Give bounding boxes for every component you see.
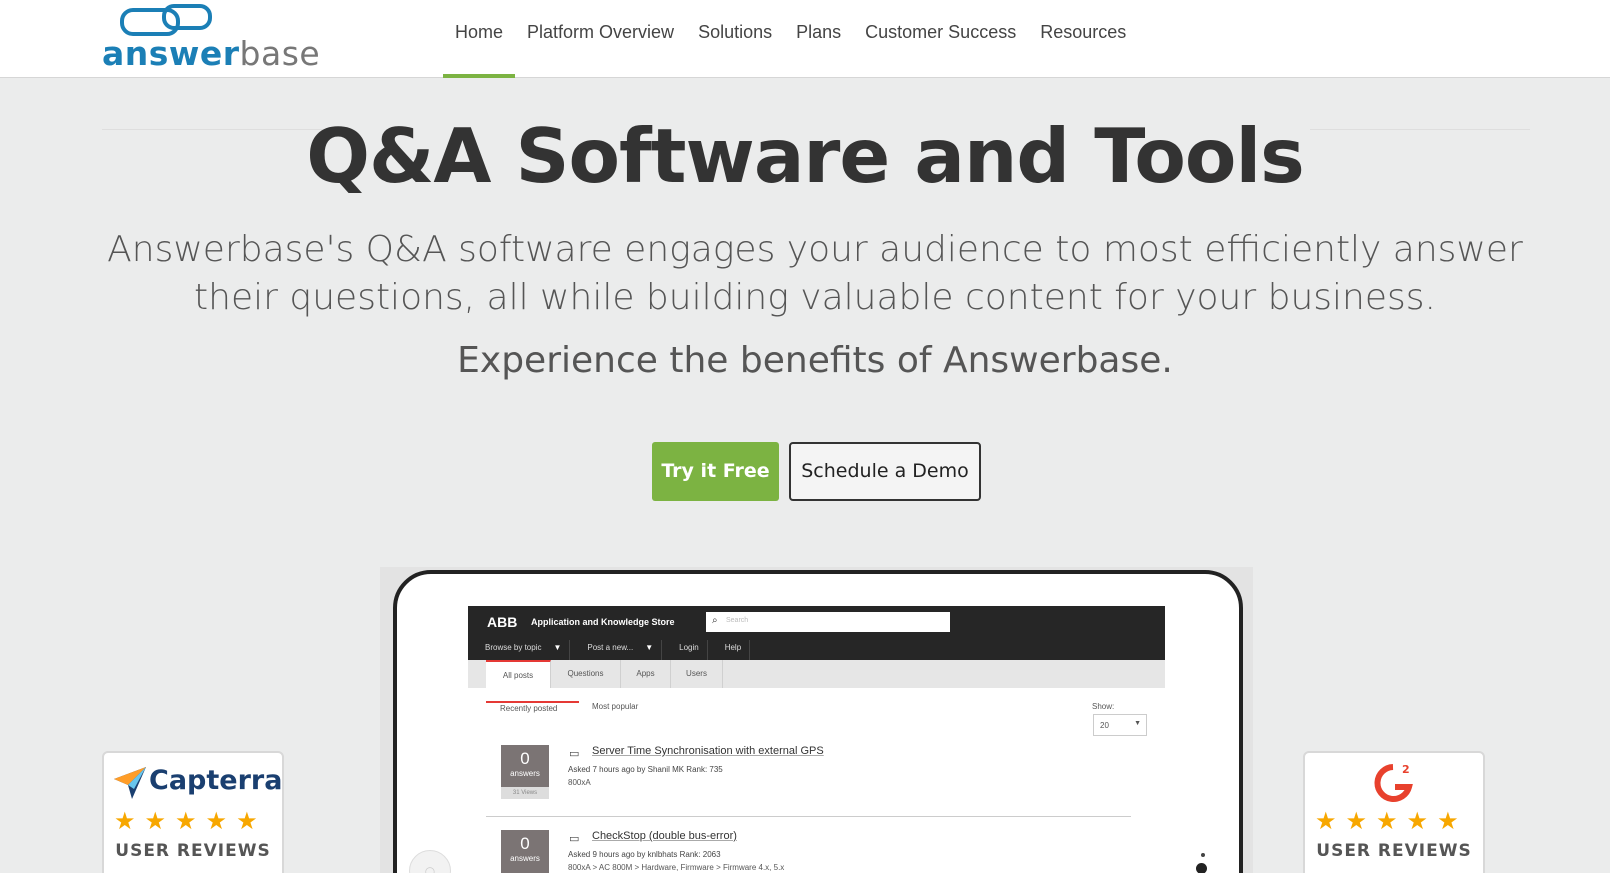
star-rating-icon: ★★★★★ (114, 807, 267, 835)
nav-plans[interactable]: Plans (784, 0, 853, 78)
caret-down-icon: ▼ (645, 643, 654, 652)
question-tags: 800xA > AC 800M > Hardware, Firmware > F… (568, 863, 785, 872)
answerbase-logo[interactable]: answerbase (102, 4, 320, 73)
store-title: Application and Knowledge Store (531, 617, 675, 627)
main-nav: Home Platform Overview Solutions Plans C… (443, 0, 1138, 78)
sort-active-underline (486, 701, 579, 703)
speech-bubbles-icon (120, 4, 212, 36)
answer-count-box: 0 answers 31 Views (501, 745, 549, 799)
star-rating-icon: ★★★★★ (1315, 807, 1468, 835)
sort-most-popular: Most popular (592, 702, 639, 711)
screen-tab-all-posts: All posts (486, 660, 551, 688)
schedule-demo-button[interactable]: Schedule a Demo (789, 442, 981, 501)
hero-subtitle: Answerbase's Q&A software engages your a… (107, 229, 1523, 318)
question-divider (486, 816, 1131, 817)
capterra-review-badge[interactable]: Capterra ★★★★★ USER REVIEWS (102, 751, 284, 873)
logo-wordmark: answerbase (102, 34, 321, 73)
chat-bubble-icon: ▭ (569, 832, 580, 845)
question-title: Server Time Synchronisation with externa… (592, 745, 824, 757)
question-meta: Asked 9 hours ago by knlbhats Rank: 2063 (568, 850, 721, 859)
view-count: 31 Views (501, 787, 549, 799)
search-icon: ⌕ (712, 615, 718, 626)
answer-count-box: 0 answers (501, 830, 549, 873)
select-caret-icon: ▼ (1134, 720, 1141, 727)
product-screenshot: ABB Application and Knowledge Store ⌕ Se… (468, 606, 1165, 873)
screen-tabs: All posts Questions Apps Users (468, 660, 1165, 688)
search-placeholder: Search (726, 617, 749, 624)
capterra-label: USER REVIEWS (115, 841, 271, 861)
screen-menu-browse: Browse by topic ▼ (468, 640, 571, 660)
site-header: answerbase Home Platform Overview Soluti… (0, 0, 1610, 78)
tablet-camera-icon (1201, 853, 1205, 857)
page-title: Q&A Software and Tools (306, 112, 1305, 200)
chat-bubble-icon: ▭ (569, 747, 580, 760)
tablet-sensor (1196, 863, 1207, 873)
abb-logo: ABB (487, 614, 518, 630)
question-title: CheckStop (double bus-error) (592, 830, 737, 842)
show-label: Show: (1092, 702, 1115, 711)
capterra-wordmark: Capterra (149, 765, 283, 796)
nav-resources[interactable]: Resources (1028, 0, 1138, 78)
nav-customer-success[interactable]: Customer Success (853, 0, 1028, 78)
g2-review-badge[interactable]: 2 ★★★★★ USER REVIEWS (1303, 751, 1485, 873)
g2-logo-icon: 2 (1374, 763, 1413, 802)
caret-down-icon: ▼ (553, 643, 562, 652)
nav-platform-overview[interactable]: Platform Overview (515, 0, 686, 78)
screen-menu-help: Help (708, 640, 751, 660)
screen-menu-login: Login (662, 640, 708, 660)
app-topbar: ABB Application and Knowledge Store ⌕ Se… (468, 606, 1165, 660)
svg-text:2: 2 (1402, 763, 1410, 776)
try-free-button[interactable]: Try it Free (652, 442, 779, 501)
question-tags: 800xA (568, 778, 591, 787)
screen-search-input: ⌕ Search (706, 612, 950, 632)
question-meta: Asked 7 hours ago by Shanil MK Rank: 735 (568, 765, 723, 774)
screen-tab-questions: Questions (551, 660, 621, 688)
g2-label: USER REVIEWS (1316, 841, 1472, 861)
sort-recently-posted: Recently posted (500, 704, 558, 713)
screen-menu-post: Post a new... ▼ (570, 640, 663, 660)
screen-tab-apps: Apps (621, 660, 671, 688)
capterra-arrow-icon (114, 767, 146, 799)
screen-tab-users: Users (671, 660, 723, 688)
hero-tagline: Experience the benefits of Answerbase. (457, 340, 1173, 381)
nav-home[interactable]: Home (443, 0, 516, 78)
show-select: 20 ▼ (1093, 714, 1147, 736)
nav-solutions[interactable]: Solutions (686, 0, 784, 78)
screen-menu: Browse by topic ▼ Post a new... ▼ Login He… (468, 640, 751, 660)
